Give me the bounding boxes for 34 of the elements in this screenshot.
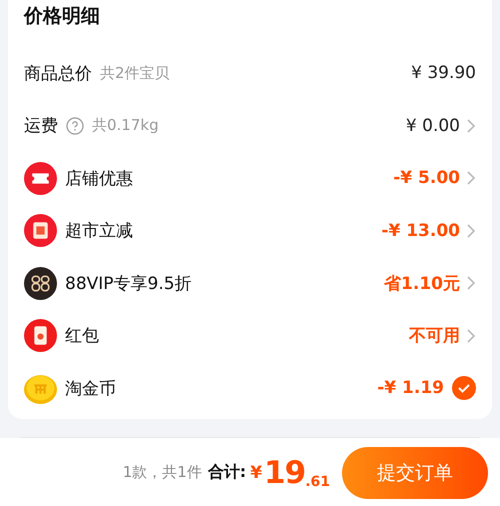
row-amount: ¥ 39.90: [411, 63, 476, 84]
row-amount: ¥ 0.00: [406, 116, 460, 136]
chevron-right-icon[interactable]: [466, 275, 476, 292]
submit-order-button[interactable]: 提交订单: [342, 446, 488, 498]
row-label: 88VIP专享9.5折: [65, 272, 192, 295]
row-amount: -¥ 1.19: [377, 378, 444, 398]
row-note: 共0.17kg: [92, 116, 159, 136]
row-amount: -¥ 5.00: [393, 168, 460, 188]
total-label: 合计:: [208, 462, 246, 483]
currency-symbol: ¥: [250, 462, 262, 482]
row-label: 超市立减: [65, 220, 133, 242]
row-amount: 省1.10元: [384, 272, 460, 295]
item-count: 1款，共1件: [122, 463, 202, 482]
total-amount: 19: [264, 454, 306, 490]
vip-badge-icon: [24, 266, 57, 300]
chevron-right-icon[interactable]: [466, 222, 476, 239]
row-label: 商品总价: [24, 62, 92, 85]
checkbox[interactable]: [452, 376, 476, 400]
envelope-icon: [24, 319, 57, 352]
discount-tag-icon: [24, 214, 57, 248]
ticket-icon: [24, 162, 57, 195]
chevron-right-icon[interactable]: [466, 118, 476, 134]
row-label: 淘金币: [65, 378, 116, 400]
row-note: 共2件宝贝: [100, 64, 170, 83]
row-amount: 不可用: [409, 325, 460, 348]
chevron-right-icon[interactable]: [466, 328, 476, 344]
row-label: 店铺优惠: [65, 168, 133, 190]
help-icon[interactable]: [66, 116, 84, 135]
row-amount: -¥ 13.00: [381, 220, 460, 241]
total-decimals: .61: [305, 474, 330, 490]
chevron-right-icon[interactable]: [466, 170, 476, 186]
row-label: 红包: [65, 325, 99, 348]
section-title: 价格明细: [24, 4, 100, 28]
row-label: 运费: [24, 115, 58, 138]
